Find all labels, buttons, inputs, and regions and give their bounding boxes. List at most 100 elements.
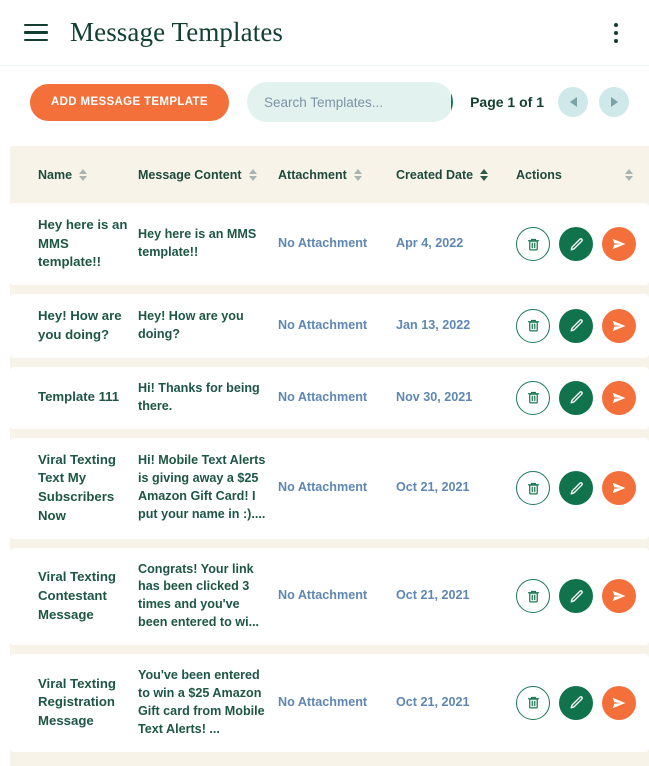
send-icon [612, 482, 626, 494]
page-indicator: Page 1 of 1 [470, 94, 544, 110]
delete-button[interactable] [516, 308, 550, 343]
cell-content: Hi! Mobile Text Alerts is giving away a … [138, 453, 266, 522]
sort-icon-active[interactable] [480, 169, 489, 181]
cell-name: Hey here is an MMS template!! [38, 217, 128, 270]
edit-button[interactable] [559, 471, 593, 506]
cell-created-date: Apr 4, 2022 [396, 236, 464, 251]
pencil-icon [570, 319, 583, 332]
delete-button[interactable] [516, 685, 550, 720]
cell-content: Hey! How are you doing? [138, 309, 244, 341]
page-title: Message Templates [70, 17, 284, 47]
hamburger-icon[interactable] [24, 23, 48, 42]
hamburger-bar [24, 39, 48, 42]
sort-icon[interactable] [79, 169, 88, 181]
cell-created-date: Nov 30, 2021 [396, 389, 473, 404]
edit-button[interactable] [559, 579, 593, 614]
hamburger-bar [24, 23, 48, 26]
cell-attachment: No Attachment [278, 389, 368, 404]
templates-table: Name Message Content Attachment Created … [10, 146, 649, 766]
cell-created-date: Oct 21, 2021 [396, 588, 470, 603]
table-row: Hey here is an MMS template!! Hey here is… [10, 203, 649, 286]
search-button[interactable] [450, 82, 453, 122]
cell-name: Template 111 [38, 389, 120, 405]
sort-icon[interactable] [248, 169, 257, 181]
hamburger-bar [24, 31, 48, 34]
next-page-button[interactable] [599, 87, 629, 117]
previous-page-button[interactable] [558, 87, 588, 117]
kebab-dot [614, 22, 618, 27]
chevron-left-icon [569, 97, 577, 107]
delete-button[interactable] [516, 380, 550, 415]
send-button[interactable] [602, 380, 636, 415]
column-label: Name [38, 168, 73, 182]
send-button[interactable] [602, 579, 636, 614]
chevron-right-icon [610, 97, 618, 107]
column-header-created-date[interactable]: Created Date [396, 168, 516, 182]
pagination: Page 1 of 1 [470, 87, 629, 117]
send-icon [612, 320, 626, 332]
cell-created-date: Jan 13, 2022 [396, 318, 471, 332]
edit-button[interactable] [559, 227, 593, 262]
sort-icon[interactable] [624, 169, 633, 181]
pencil-icon [570, 391, 583, 404]
kebab-menu-icon[interactable] [605, 21, 627, 45]
kebab-dot [614, 30, 618, 35]
cell-attachment: No Attachment [278, 236, 368, 251]
trash-icon [527, 238, 539, 251]
toolbar: ADD MESSAGE TEMPLATE Page 1 of 1 [0, 66, 649, 138]
cell-content: You've been entered to win a $25 Amazon … [138, 668, 265, 736]
delete-button[interactable] [516, 579, 550, 614]
trash-icon [527, 392, 539, 404]
kebab-dot [614, 38, 618, 43]
column-header-actions[interactable]: Actions [516, 168, 646, 182]
table-row: Viral Texting Contestant Message Congrats… [10, 547, 649, 646]
column-header-attachment[interactable]: Attachment [278, 168, 396, 182]
column-label: Attachment [278, 168, 347, 182]
send-icon [612, 697, 626, 709]
cell-name: Hey! How are you doing? [38, 308, 122, 342]
send-button[interactable] [602, 685, 636, 720]
cell-actions [516, 380, 646, 415]
sort-icon[interactable] [353, 169, 362, 181]
column-label: Created Date [396, 168, 474, 182]
edit-button[interactable] [559, 685, 593, 720]
send-icon [612, 591, 626, 602]
column-header-message-content[interactable]: Message Content [138, 168, 278, 182]
trash-icon [527, 590, 539, 603]
search-input[interactable] [246, 82, 451, 122]
cell-actions [516, 685, 646, 720]
delete-button[interactable] [516, 471, 550, 506]
cell-name: Viral Texting Registration Message [38, 675, 116, 729]
table-row: Viral Texting Text My Subscribers Now Hi!… [10, 437, 649, 539]
edit-button[interactable] [559, 308, 593, 343]
table-row: Template 111 Hi! Thanks for being there. N… [10, 366, 649, 429]
trash-icon [527, 320, 539, 332]
pencil-icon [570, 481, 583, 495]
search-box [246, 82, 453, 122]
cell-attachment: No Attachment [278, 588, 368, 603]
cell-attachment: No Attachment [278, 480, 368, 495]
table-row: Hey! How are you doing? Hey! How are you … [10, 294, 649, 358]
column-header-name[interactable]: Name [38, 168, 138, 182]
send-button[interactable] [602, 308, 636, 343]
table-row: Viral Texting Registration Message You've… [10, 654, 649, 752]
cell-attachment: No Attachment [278, 694, 368, 709]
pencil-icon [570, 237, 583, 251]
send-icon [612, 392, 626, 403]
cell-attachment: No Attachment [278, 318, 368, 332]
trash-icon [527, 482, 539, 495]
edit-button[interactable] [559, 380, 593, 415]
cell-actions [516, 227, 646, 262]
add-message-template-button[interactable]: ADD MESSAGE TEMPLATE [30, 83, 229, 121]
cell-actions [516, 308, 646, 343]
cell-name: Viral Texting Contestant Message [38, 569, 116, 622]
table-header-row: Name Message Content Attachment Created … [10, 147, 649, 203]
delete-button[interactable] [516, 227, 550, 262]
send-icon [612, 238, 626, 250]
send-button[interactable] [602, 227, 636, 262]
column-label: Message Content [138, 168, 242, 182]
cell-actions [516, 579, 646, 614]
cell-name: Viral Texting Text My Subscribers Now [38, 451, 116, 523]
cell-content: Congrats! Your link has been clicked 3 t… [138, 561, 260, 630]
send-button[interactable] [602, 471, 636, 506]
